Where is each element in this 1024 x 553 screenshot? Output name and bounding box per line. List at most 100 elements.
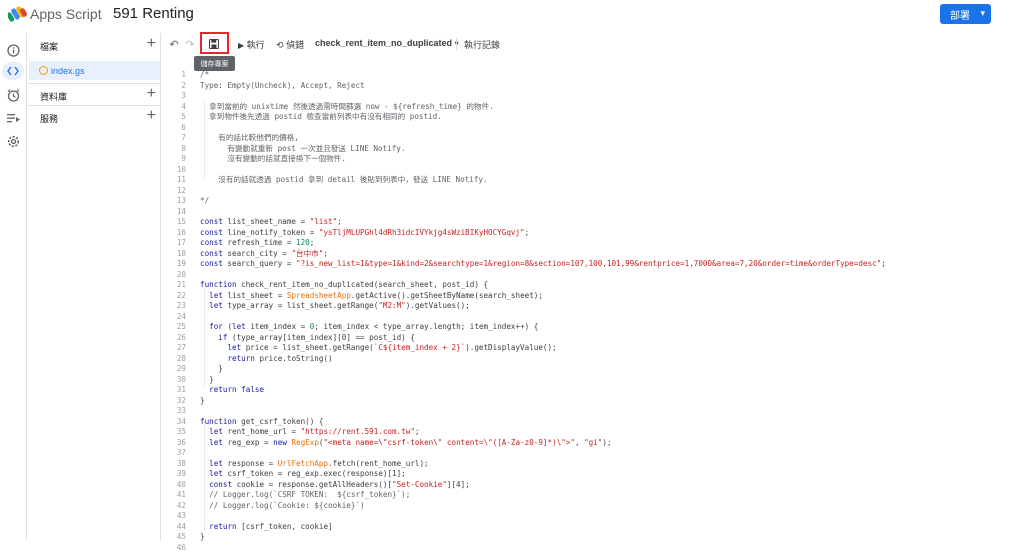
line-number: 38	[176, 458, 186, 468]
line-number: 46	[176, 542, 186, 552]
code-line[interactable]: 11 沒有的話就透過 postid 拿到 detail 後貼到列表中，發送 LI…	[162, 175, 1024, 185]
info-icon[interactable]	[5, 42, 21, 58]
file-name: index.gs	[51, 66, 85, 76]
project-title[interactable]: 591 Renting	[113, 5, 194, 22]
code-text: let list_sheet = SpreadsheetApp.getActiv…	[209, 290, 543, 300]
code-line[interactable]: 21 function check_rent_item_no_duplicated…	[162, 280, 1024, 290]
line-number: 9	[181, 154, 186, 163]
code-line[interactable]: 26 if (type_array[item_index][0] == post…	[162, 333, 1024, 343]
code-line[interactable]: 2 Type: Empty(Uncheck), Accept, Reject	[162, 81, 1024, 91]
code-line[interactable]: 3	[162, 91, 1024, 101]
code-line[interactable]: 39 let csrf_token = reg_exp.exec(respons…	[162, 469, 1024, 479]
alarm-clock-icon[interactable]	[5, 87, 21, 103]
code-line[interactable]: 17 const refresh_time = 120;	[162, 238, 1024, 248]
code-line[interactable]: 34 function get_csrf_token() {	[162, 417, 1024, 427]
editor-code-icon[interactable]	[2, 62, 24, 80]
code-line[interactable]: 23 let type_array = list_sheet.getRange(…	[162, 301, 1024, 311]
execution-log-button[interactable]: 執行記錄	[464, 38, 500, 51]
code-line[interactable]: 12	[162, 186, 1024, 196]
line-number: 10	[176, 164, 186, 174]
code-line[interactable]: 16 const line_notify_token = "ysTljMLUPGh…	[162, 228, 1024, 238]
code-editor[interactable]: 1 /* 2 Type: Empty(Uncheck), Accept, Reject…	[162, 66, 1024, 552]
code-line[interactable]: 13 */	[162, 196, 1024, 206]
code-line[interactable]: 37	[162, 448, 1024, 458]
code-line[interactable]: 33	[162, 406, 1024, 416]
line-number: 8	[181, 143, 186, 153]
settings-gear-icon[interactable]	[5, 133, 21, 149]
add-library-plus-icon[interactable]: +	[147, 85, 156, 103]
code-line[interactable]: 4 拿到當前的 unixtime 然後透過需時間篩選 now - ${refre…	[162, 102, 1024, 112]
code-line[interactable]: 29 }	[162, 364, 1024, 374]
divider	[456, 38, 457, 51]
code-text: }	[200, 374, 214, 384]
code-text: 拿到物件後先透過 postid 檢查當前列表中有沒有相同的 postid.	[200, 112, 442, 121]
code-line[interactable]: 31 return false	[162, 385, 1024, 395]
code-text: }	[200, 395, 205, 405]
script-file-icon	[39, 66, 48, 75]
code-line[interactable]: 38 let response = UrlFetchApp.fetch(rent…	[162, 459, 1024, 469]
add-service-plus-icon[interactable]: +	[147, 107, 156, 125]
code-line[interactable]: 28 return price.toString()	[162, 354, 1024, 364]
line-number: 1	[181, 70, 186, 79]
debug-button[interactable]: ⟲ 偵錯	[276, 38, 304, 51]
code-line[interactable]: 42 // Logger.log(`Cookie: ${cookie}`)	[162, 501, 1024, 511]
code-line[interactable]: 43	[162, 511, 1024, 521]
code-text: const search_query = "?is_new_list=1&typ…	[200, 259, 886, 268]
code-line[interactable]: 46	[162, 543, 1024, 553]
line-number: 23	[176, 301, 186, 310]
line-number: 22	[176, 290, 186, 300]
undo-icon[interactable]: ↶	[167, 37, 181, 51]
add-file-plus-icon[interactable]: +	[147, 35, 156, 53]
line-number: 4	[181, 101, 186, 111]
files-panel: 檔案 + index.gs 資料庫 + 服務 +	[28, 33, 161, 541]
code-line[interactable]: 15 const list_sheet_name = "list";	[162, 217, 1024, 227]
code-line[interactable]: 10	[162, 165, 1024, 175]
code-text: let response = UrlFetchApp.fetch(rent_ho…	[209, 458, 429, 468]
redo-icon[interactable]: ↷	[183, 37, 197, 51]
code-line[interactable]: 27 let price = list_sheet.getRange(`C${i…	[162, 343, 1024, 353]
code-line[interactable]: 30 }	[162, 375, 1024, 385]
code-line[interactable]: 32}	[162, 396, 1024, 406]
deploy-label: 部署	[950, 10, 970, 22]
code-text: const cookie = response.getAllHeaders()[…	[209, 479, 470, 489]
log-label: 執行記錄	[464, 40, 501, 50]
run-button[interactable]: ▶ 執行	[238, 38, 265, 51]
code-line[interactable]: 44 return [csrf_token, cookie]	[162, 522, 1024, 532]
code-text: for (let item_index = 0; item_index < ty…	[209, 322, 539, 331]
code-text: */	[200, 196, 210, 205]
code-line[interactable]: 22 let list_sheet = SpreadsheetApp.getAc…	[162, 291, 1024, 301]
files-header: 檔案 +	[28, 35, 161, 55]
code-text: const search_city = "台中市";	[200, 248, 328, 258]
code-line[interactable]: 14	[162, 207, 1024, 217]
line-number: 26	[176, 332, 186, 342]
code-line[interactable]: 1 /*	[162, 70, 1024, 80]
code-line[interactable]: 36 let reg_exp = new RegExp("<meta name=…	[162, 438, 1024, 448]
line-number: 16	[176, 227, 186, 237]
code-line[interactable]: 25 for (let item_index = 0; item_index <…	[162, 322, 1024, 332]
line-number: 35	[176, 427, 186, 436]
line-number: 14	[176, 206, 186, 216]
deploy-button[interactable]: 部署 ▾	[940, 4, 991, 24]
code-line[interactable]: 40 const cookie = response.getAllHeaders…	[162, 480, 1024, 490]
code-line[interactable]: 20	[162, 270, 1024, 280]
code-text: let csrf_token = reg_exp.exec(response)[…	[209, 469, 406, 478]
code-line[interactable]: 5 拿到物件後先透過 postid 檢查當前列表中有沒有相同的 postid.	[162, 112, 1024, 122]
line-number: 30	[176, 374, 186, 384]
code-line[interactable]: 35 let rent_home_url = "https://rent.591…	[162, 427, 1024, 437]
code-line[interactable]: 9 沒有變動的話就直接換下一個物件.	[162, 154, 1024, 164]
line-number: 33	[176, 406, 186, 415]
code-line[interactable]: 6	[162, 123, 1024, 133]
code-line[interactable]: 41 // Logger.log(`CSRF TOKEN: ${csrf_tok…	[162, 490, 1024, 500]
line-number: 17	[176, 238, 186, 247]
code-text: return price.toString()	[227, 353, 333, 363]
save-highlight-box	[200, 32, 229, 54]
function-select[interactable]: check_rent_item_no_duplicated ▾	[315, 38, 459, 48]
executions-list-icon[interactable]	[5, 110, 21, 126]
code-line[interactable]: 18 const search_city = "台中市";	[162, 249, 1024, 259]
code-line[interactable]: 19 const search_query = "?is_new_list=1&t…	[162, 259, 1024, 269]
code-line[interactable]: 7 有的話比較他們的價格,	[162, 133, 1024, 143]
code-text: 有的話比較他們的價格,	[200, 133, 299, 142]
code-line[interactable]: 8 有變動就重新 post 一次並且發送 LINE Notify.	[162, 144, 1024, 154]
code-line[interactable]: 24	[162, 312, 1024, 322]
file-item-index-gs[interactable]: index.gs	[29, 61, 160, 80]
